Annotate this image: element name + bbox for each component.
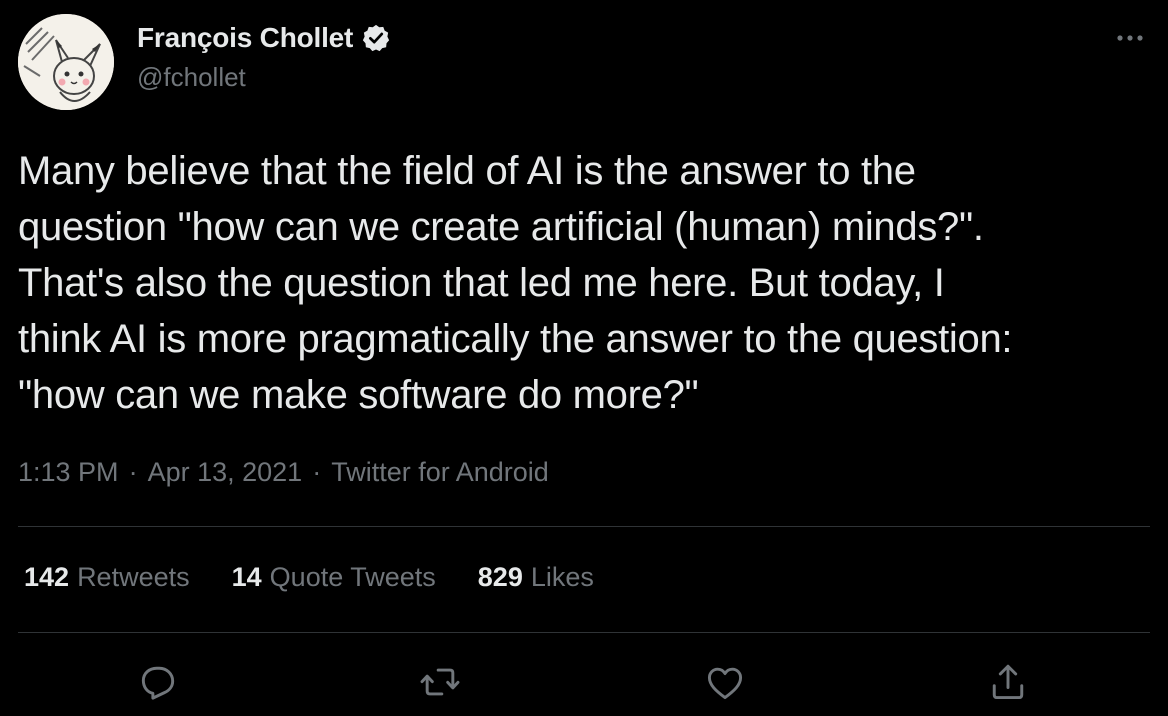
tweet-date[interactable]: Apr 13, 2021 xyxy=(148,457,303,488)
tweet-detail: François Chollet @fchollet Many believe … xyxy=(0,0,1168,716)
meta-separator: · xyxy=(128,457,138,487)
tweet-metadata: 1:13 PM · Apr 13, 2021 · Twitter for And… xyxy=(18,457,549,488)
quote-tweets-stat[interactable]: 14 Quote Tweets xyxy=(232,562,436,593)
quote-tweets-label: Quote Tweets xyxy=(269,562,436,592)
likes-stat[interactable]: 829 Likes xyxy=(478,562,594,593)
verified-badge-icon xyxy=(361,23,391,53)
like-button[interactable] xyxy=(703,660,747,704)
more-options-icon[interactable] xyxy=(1112,24,1148,52)
retweets-count: 142 xyxy=(24,562,70,592)
retweets-stat[interactable]: 142 Retweets xyxy=(24,562,190,593)
reply-icon xyxy=(141,666,175,700)
engagement-stats: 142 Retweets 14 Quote Tweets 829 Likes xyxy=(24,562,636,593)
share-icon xyxy=(992,664,1024,700)
avatar[interactable] xyxy=(18,14,114,110)
retweet-button[interactable] xyxy=(418,660,462,704)
author-handle[interactable]: @fchollet xyxy=(137,62,246,93)
divider xyxy=(18,526,1150,527)
divider xyxy=(18,632,1150,633)
retweet-icon xyxy=(420,668,460,696)
tweet-time[interactable]: 1:13 PM xyxy=(18,457,119,488)
author-name-row[interactable]: François Chollet xyxy=(137,22,391,54)
quote-tweets-count: 14 xyxy=(231,562,262,592)
retweets-label: Retweets xyxy=(77,562,190,592)
meta-separator: · xyxy=(312,457,322,487)
tweet-text: Many believe that the field of AI is the… xyxy=(18,149,1013,417)
likes-count: 829 xyxy=(477,562,523,592)
like-icon xyxy=(707,667,743,700)
author-display-name[interactable]: François Chollet xyxy=(137,22,353,54)
tweet-source[interactable]: Twitter for Android xyxy=(331,457,549,488)
pikachu-avatar-icon xyxy=(18,14,114,110)
reply-button[interactable] xyxy=(136,660,180,704)
likes-label: Likes xyxy=(530,562,594,592)
share-button[interactable] xyxy=(986,660,1030,704)
